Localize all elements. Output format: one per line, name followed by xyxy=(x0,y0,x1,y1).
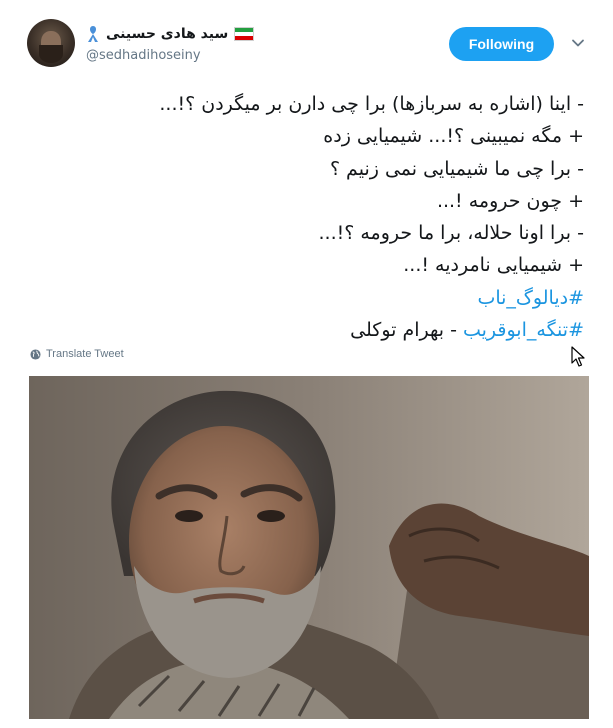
tweet-photo[interactable] xyxy=(29,376,589,719)
tweet-line: + شیمیایی نامردیه !... xyxy=(403,254,584,277)
user-name-row[interactable]: سید هادی حسینی xyxy=(86,23,255,45)
photo-illustration xyxy=(29,376,589,719)
hashtag-link[interactable]: #دیالوگ_ناب xyxy=(477,287,584,309)
tweet-line-hashtag-credit: #تنگه_ابوقریب - بهرام توکلی xyxy=(22,314,584,346)
hashtag-link[interactable]: #تنگه_ابوقریب xyxy=(463,319,584,341)
tweet-line: - برا اونا حلاله، برا ما حرومه ؟!... xyxy=(318,222,584,245)
tweet-line: - اینا (اشاره به سربازها) برا چی دارن بر… xyxy=(159,93,584,115)
tweet-line: + مگه نمیبینی ؟!... شیمیایی زده xyxy=(323,125,584,148)
avatar-beard xyxy=(39,45,63,63)
iran-flag-icon xyxy=(234,27,255,41)
tweet-line: - برا چی ما شیمیایی نمی زنیم ؟ xyxy=(329,157,584,180)
display-name[interactable]: سید هادی حسینی xyxy=(106,26,228,42)
mouse-cursor-icon xyxy=(571,346,585,367)
translate-tweet-link[interactable]: Translate Tweet xyxy=(30,348,124,360)
tweet-line-hashtag: #دیالوگ_ناب xyxy=(22,282,584,314)
following-button[interactable]: Following xyxy=(449,27,554,61)
tweet-credit-text: - بهرام توکلی xyxy=(350,319,457,342)
avatar[interactable] xyxy=(27,19,75,67)
tweet-line: + چون حرومه !... xyxy=(436,189,584,212)
translate-label[interactable]: Translate Tweet xyxy=(46,348,124,360)
globe-icon xyxy=(30,348,41,360)
ribbon-icon xyxy=(88,26,98,42)
chevron-down-icon[interactable] xyxy=(571,36,585,50)
tweet-text: - اینا (اشاره به سربازها) برا چی دارن بر… xyxy=(22,88,584,346)
user-handle[interactable]: @sedhadihoseiny xyxy=(86,48,201,63)
